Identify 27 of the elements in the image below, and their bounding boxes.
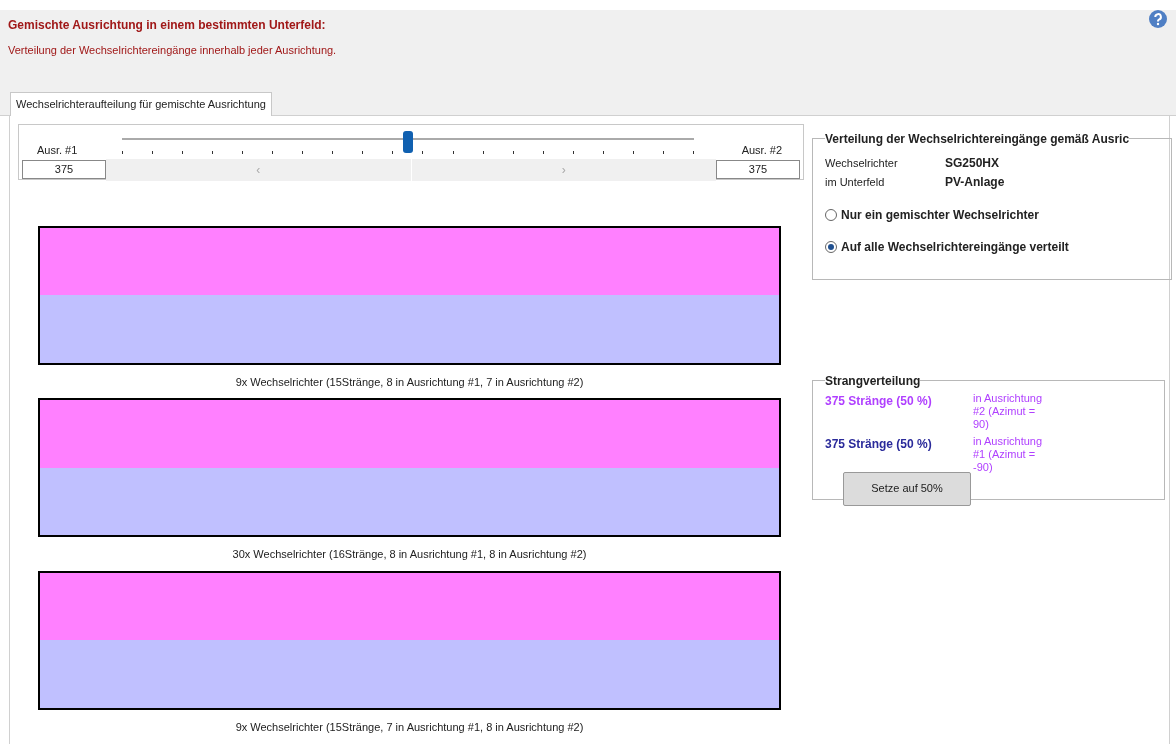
string-orientation: in Ausrichtung #2 (Azimut = 90) <box>973 391 1044 431</box>
field-value: PV-Anlage <box>945 174 1005 191</box>
inverter-caption: 30x Wechselrichter (16Stränge, 8 in Ausrichtung #1, 8 in Ausrichtung #2) <box>231 547 588 562</box>
help-icon[interactable] <box>1149 10 1167 28</box>
set-50-button[interactable]: Setze auf 50% <box>843 471 971 506</box>
string-count: 375 Stränge (50 %) <box>825 435 933 453</box>
page-subtitle: Verteilung der Wechselrichtereingänge innerhalb jeder Ausrichtung. <box>8 43 337 58</box>
inverter-caption: 9x Wechselrichter (15Stränge, 7 in Ausrichtung #1, 8 in Ausrichtung #2) <box>234 719 585 735</box>
string-count: 375 Stränge (50 %) <box>825 392 933 410</box>
radio-button[interactable] <box>825 208 837 221</box>
left-value-field[interactable]: 375 <box>22 160 106 179</box>
slider-thumb[interactable] <box>403 130 413 153</box>
field-value: SG250HX <box>945 155 1000 172</box>
page-title: Gemischte Ausrichtung in einem bestimmten Unterfeld: <box>8 17 327 34</box>
inverter-caption: 9x Wechselrichter (15Stränge, 8 in Ausrichtung #1, 7 in Ausrichtung #2) <box>234 374 585 390</box>
strings-group-title: Strangverteilung <box>825 372 921 390</box>
radio-label[interactable]: Nur ein gemischter Wechselrichter <box>841 205 1039 224</box>
field-label: Wechselrichter <box>825 155 899 171</box>
string-orientation: in Ausrichtung #1 (Azimut = -90) <box>973 434 1044 474</box>
radio-button[interactable] <box>825 240 837 253</box>
field-label: im Unterfeld <box>825 174 886 190</box>
distribution-group-title: Verteilung der Wechselrichtereingänge gemäß Ausric <box>825 130 1130 148</box>
radio-label[interactable]: Auf alle Wechselrichtereingänge verteilt <box>841 237 1069 256</box>
right-value-field[interactable]: 375 <box>716 160 800 179</box>
slider-right-label: Ausr. #2 <box>741 142 783 158</box>
tab[interactable]: Wechselrichteraufteilung für gemischte Ausrichtung <box>10 92 272 116</box>
slider-left-label: Ausr. #1 <box>36 142 79 158</box>
